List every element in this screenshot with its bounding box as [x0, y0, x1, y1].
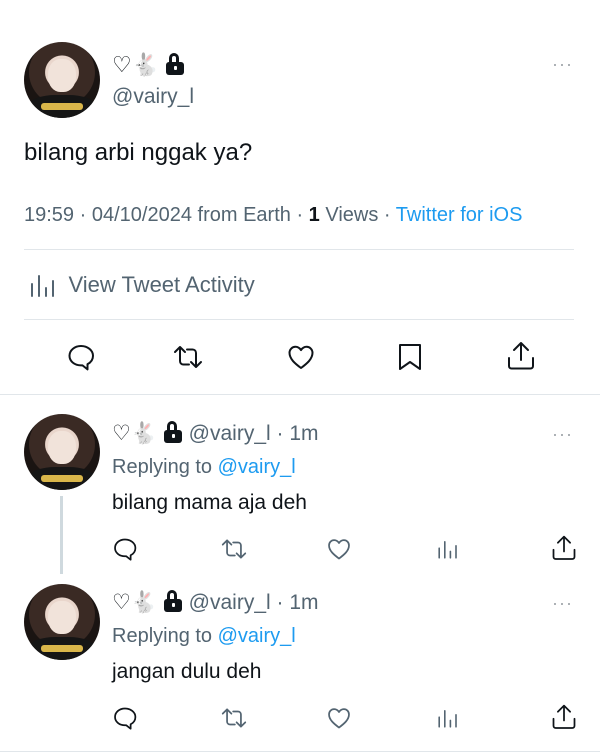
- avatar[interactable]: [24, 42, 100, 118]
- lock-icon: [165, 53, 185, 75]
- reply-header: ♡🐇 @vairy_l · 1m: [112, 421, 319, 445]
- comment-icon: [114, 707, 137, 730]
- tweet-time: 19:59: [24, 204, 75, 226]
- thread-line: [60, 496, 63, 574]
- retweet-button[interactable]: [220, 536, 248, 562]
- tweet-location: from Earth: [197, 204, 291, 226]
- replying-to-prefix: Replying to: [112, 625, 213, 647]
- share-icon: [552, 535, 576, 560]
- user-handle[interactable]: @vairy_l: [189, 591, 271, 614]
- comment-icon: [114, 538, 137, 561]
- heart-icon: [328, 708, 350, 729]
- analytics-button[interactable]: [436, 705, 460, 731]
- reply-text: jangan dulu deh: [112, 660, 262, 683]
- bar-chart-icon: [438, 541, 457, 559]
- divider: [24, 249, 574, 250]
- analytics-button[interactable]: [436, 536, 460, 562]
- tweet-meta: 19:59 · 04/10/2024 from Earth · 1 Views …: [24, 204, 523, 226]
- more-options-button[interactable]: ···: [552, 54, 573, 75]
- client-link[interactable]: Twitter for iOS: [396, 204, 523, 226]
- reply-age: 1m: [289, 422, 319, 445]
- share-icon: [552, 704, 576, 729]
- like-button[interactable]: [286, 342, 316, 372]
- display-name-emojis[interactable]: ♡🐇: [112, 590, 157, 614]
- retweet-icon: [174, 346, 202, 368]
- avatar[interactable]: [24, 584, 100, 660]
- replying-to-prefix: Replying to: [112, 456, 213, 478]
- divider: [24, 319, 574, 320]
- reply-age: 1m: [289, 591, 319, 614]
- user-handle[interactable]: @vairy_l: [189, 422, 271, 445]
- view-tweet-activity-link[interactable]: View Tweet Activity: [28, 270, 255, 300]
- bar-chart-icon: [31, 275, 54, 297]
- like-button[interactable]: [326, 536, 352, 562]
- bookmark-icon: [399, 344, 421, 370]
- divider: [0, 394, 600, 395]
- divider: [0, 751, 600, 752]
- share-button[interactable]: [550, 534, 578, 562]
- retweet-button[interactable]: [172, 342, 204, 372]
- comment-icon: [68, 345, 94, 371]
- lock-icon: [163, 421, 183, 443]
- user-handle[interactable]: @vairy_l: [112, 84, 194, 110]
- display-name-emojis: ♡🐇: [112, 53, 160, 78]
- share-icon: [508, 342, 534, 370]
- more-options-button[interactable]: ···: [552, 424, 573, 445]
- views-count: 1: [308, 204, 320, 226]
- retweet-icon: [221, 539, 247, 559]
- share-button[interactable]: [505, 340, 537, 372]
- replying-to-line: Replying to @vairy_l: [112, 623, 296, 649]
- reply-text: bilang mama aja deh: [112, 491, 307, 514]
- reply-header: ♡🐇 @vairy_l · 1m: [112, 590, 319, 614]
- heart-icon: [328, 539, 350, 560]
- more-options-button[interactable]: ···: [552, 593, 573, 614]
- reply-button[interactable]: [112, 705, 138, 731]
- heart-icon: [288, 345, 314, 369]
- reply-button[interactable]: [66, 342, 96, 372]
- tweet-text: bilang arbi nggak ya?: [24, 139, 253, 166]
- replying-to-link[interactable]: @vairy_l: [218, 625, 296, 647]
- share-button[interactable]: [550, 703, 578, 731]
- lock-icon: [163, 590, 183, 612]
- display-name[interactable]: ♡🐇: [112, 52, 185, 79]
- retweet-button[interactable]: [220, 705, 248, 731]
- display-name-emojis[interactable]: ♡🐇: [112, 421, 157, 445]
- replying-to-link[interactable]: @vairy_l: [218, 456, 296, 478]
- activity-label: View Tweet Activity: [68, 272, 255, 297]
- bookmark-button[interactable]: [396, 342, 424, 372]
- bar-chart-icon: [438, 710, 457, 728]
- views-label: Views: [325, 204, 379, 226]
- tweet-date: 04/10/2024: [91, 204, 192, 226]
- like-button[interactable]: [326, 705, 352, 731]
- replying-to-line: Replying to @vairy_l: [112, 454, 296, 480]
- avatar[interactable]: [24, 414, 100, 490]
- retweet-icon: [221, 708, 247, 728]
- reply-button[interactable]: [112, 536, 138, 562]
